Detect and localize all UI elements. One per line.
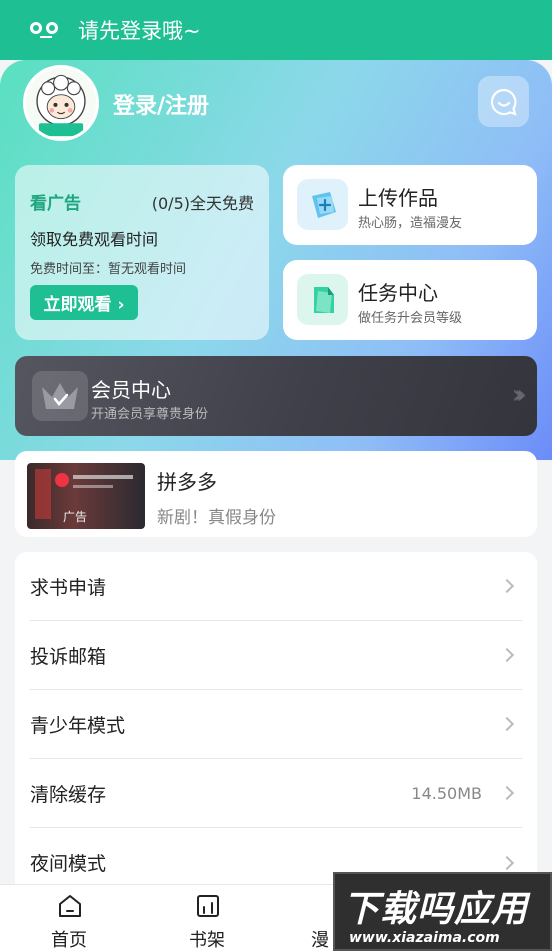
tab-home-label: 首页 [51, 930, 87, 951]
chevron-right-icon [499, 647, 515, 663]
message-button[interactable] [478, 76, 529, 127]
ad-thumbnail: 广告 [27, 463, 145, 529]
chevron-right-icon [499, 578, 515, 594]
menu-item-label: 投诉邮箱 [30, 645, 107, 668]
settings-menu: 求书申请 投诉邮箱 青少年模式 清除缓存 14.50MB 夜间模式 [15, 552, 537, 897]
watch-ad-desc: 领取免费观看时间 [30, 230, 159, 249]
watch-now-button[interactable]: 立即观看 › [30, 285, 138, 320]
ad-banner-subtitle: 新剧！真假身份 [157, 508, 276, 528]
chevron-right-icon [499, 716, 515, 732]
vip-arrows-icon: ››› [511, 380, 527, 410]
ad-thumb-label: 广告 [63, 510, 88, 524]
menu-item-label: 求书申请 [30, 576, 107, 599]
ad-banner[interactable]: 广告 拼多多 新剧！真假身份 [15, 451, 537, 537]
upload-works-card[interactable]: 上传作品 热心肠，造福漫友 [283, 165, 537, 245]
tab-home[interactable]: 首页 [29, 885, 109, 951]
upload-icon [297, 179, 348, 230]
menu-item-label: 青少年模式 [30, 714, 126, 737]
upload-works-subtitle: 热心肠，造福漫友 [358, 216, 463, 231]
task-center-icon [297, 274, 348, 325]
watermark-title: 下载吗应用 [343, 889, 529, 930]
avatar[interactable] [23, 65, 99, 141]
home-icon [59, 895, 81, 917]
cache-size-value: 14.50MB [411, 783, 482, 803]
tab-bookshelf-label: 书架 [189, 930, 225, 951]
menu-item-book-request[interactable]: 求书申请 [30, 552, 522, 621]
watch-ad-title: 看广告 [30, 194, 81, 214]
upload-works-title: 上传作品 [358, 186, 438, 210]
menu-item-label: 清除缓存 [30, 783, 107, 806]
chevron-right-icon [499, 785, 515, 801]
chat-icon [490, 88, 517, 116]
task-center-subtitle: 做任务升会员等级 [358, 311, 463, 326]
vip-title: 会员中心 [91, 378, 171, 402]
login-register-link[interactable]: 登录/注册 [113, 88, 209, 120]
watch-ad-count: (0/5)全天免费 [151, 194, 254, 213]
chevron-right-icon [499, 855, 515, 870]
vip-center-banner[interactable]: 会员中心 开通会员享尊贵身份 ››› [15, 356, 537, 436]
status-text: 请先登录哦~ [78, 19, 201, 43]
watermark-logo: 下载吗应用 www.xiazaima.com [333, 872, 552, 951]
robot-icon [30, 19, 64, 41]
status-bar: 请先登录哦~ [0, 0, 552, 60]
ad-banner-title: 拼多多 [157, 470, 217, 494]
menu-item-complaint-email[interactable]: 投诉邮箱 [30, 621, 522, 690]
crown-icon [32, 371, 88, 421]
menu-item-clear-cache[interactable]: 清除缓存 14.50MB [30, 759, 522, 828]
menu-item-teen-mode[interactable]: 青少年模式 [30, 690, 522, 759]
watch-ad-card: 看广告 (0/5)全天免费 领取免费观看时间 免费时间至：暂无观看时间 立即观看… [15, 165, 269, 340]
task-center-title: 任务中心 [358, 281, 438, 305]
free-time-label: 免费时间至：暂无观看时间 [30, 262, 187, 277]
vip-subtitle: 开通会员享尊贵身份 [91, 407, 209, 422]
tab-bookshelf[interactable]: 书架 [167, 885, 247, 951]
task-center-card[interactable]: 任务中心 做任务升会员等级 [283, 260, 537, 340]
bookshelf-icon [197, 895, 219, 917]
watermark-url: www.xiazaima.com [349, 930, 500, 946]
